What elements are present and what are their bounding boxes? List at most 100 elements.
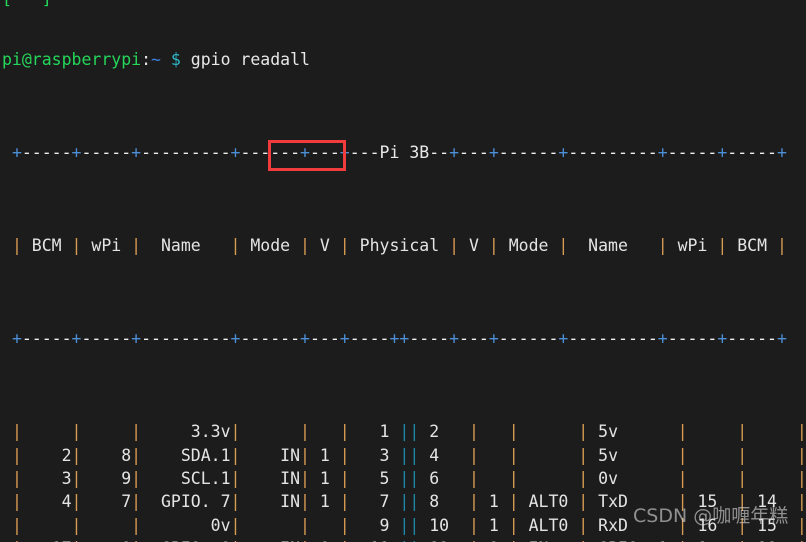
row-pipe: | [300,492,310,512]
row-pipe: | [508,445,519,465]
border-joint: + [717,142,728,162]
row-pipe: | [508,468,519,488]
row-indent [2,469,12,488]
border-joint: + [558,329,569,349]
row-pipe: | [131,515,142,535]
row-pipe: | [677,515,688,535]
border-joint: + [776,142,787,162]
cell-name2: 5v [588,445,678,465]
border-joint: + [717,329,728,349]
border-dashes: ----- [727,329,777,349]
cell-v: 1 [309,468,340,488]
row-pipe: | [339,468,350,488]
cell-bcm2: 15 [747,515,797,535]
border-joint: + [11,142,22,162]
cell-wpi2: 15 [687,492,738,512]
border-dashes: ---- [409,329,450,349]
border-joint: + [71,329,82,349]
row-pipe: | [339,445,350,465]
table-row: | 2| 8| SDA.1| IN| 1 | 3 || 4 | | | 5v |… [2,444,806,467]
center-divider: || [389,422,420,442]
row-pipe: | [131,422,142,442]
border-dashes: ----- [21,329,72,349]
cell-wpi2 [688,446,738,465]
row-pipe: | [230,445,241,465]
border-dashes: --------- [141,142,231,162]
center-divider: || [389,468,420,488]
row-pipe: | [71,445,82,465]
prompt-line: pi@raspberrypi:~ $ gpio readall [2,48,806,71]
row-pipe: | [71,492,82,512]
cell-bcm [22,422,72,441]
cell-name2: 5v [588,422,678,442]
row-pipe: | [71,468,82,488]
header-pipe: | [71,235,82,255]
prompt-colon: : [141,49,152,69]
row-pipe: | [508,492,519,512]
border-dashes: --------- [141,329,231,349]
row-pipe: | [71,515,82,535]
header-physical: Physical [349,235,450,255]
row-pipe: | [339,515,350,535]
cell-name: 0v [141,515,231,535]
cell-bcm2: 14 [747,492,797,512]
border-joint: + [300,142,310,162]
table-header-border: +-----+-----+---------+------+---+----++… [2,327,806,350]
header-pipe: | [230,235,241,255]
terminal-output: pi@raspberrypi:~ $ gpio readall +-----+-… [2,1,806,542]
border-dashes: --------- [568,142,658,162]
row-pipe: | [737,422,748,442]
border-dashes: -- [429,142,450,162]
border-joint: + [488,142,499,162]
border-dashes: ------ [240,142,301,162]
cell-v2: 1 [478,492,509,512]
row-pipe: | [578,422,589,442]
row-pipe: | [737,468,748,488]
cell-bcm2 [747,469,797,488]
row-indent [2,516,12,535]
border-dashes: ------ [240,329,301,349]
board-label: Pi 3B [379,142,430,162]
border-joint: + [71,142,82,162]
row-pipe: | [300,445,310,465]
cell-v: 1 [309,445,340,465]
border-dashes: ------ [498,142,559,162]
row-pipe: | [508,422,519,442]
table-row: | 4| 7| GPIO. 7| IN| 1 | 7 || 8 | 1 | AL… [2,490,806,513]
cell-mode2: ALT0 [518,492,579,512]
row-pipe: | [578,515,589,535]
row-pipe: | [796,422,806,442]
cell-physical-right: 2 [419,422,469,442]
cell-physical-right: 10 [419,515,469,535]
row-pipe: | [578,445,589,465]
row-indent [2,446,12,465]
cell-physical-left: 3 [349,445,390,465]
border-dashes: ---- [349,329,390,349]
header-pipe: | [449,235,460,255]
cell-v2: 1 [478,515,509,535]
header-pipe: | [717,235,728,255]
border-joint: + [230,329,241,349]
row-pipe: | [578,492,589,512]
center-divider: || [389,492,420,512]
cell-mode: IN [240,492,301,512]
border-dashes: --------- [568,329,658,349]
top-border-text: +-----+-----+---------+------+---+---Pi … [12,143,787,162]
border-joint: + [657,329,668,349]
header-bcm: BCM [21,235,72,255]
command-text: gpio readall [190,49,310,69]
header-bcm2: BCM [727,235,777,255]
header-wpi2: wPi [667,235,718,255]
row-pipe: | [796,445,806,465]
row-pipe: | [11,492,22,512]
row-pipe: | [230,422,241,442]
border-joint: + [131,329,142,349]
row-pipe: | [677,422,688,442]
row-pipe: | [468,468,479,488]
terminal-window[interactable]: [ ] pi@raspberrypi:~ $ gpio readall +---… [0,0,806,542]
cell-name: GPIO. 7 [141,492,231,512]
border-dashes: ----- [727,142,777,162]
border-joint: + [300,329,310,349]
row-pipe: | [300,515,310,535]
header-pipe: | [558,235,569,255]
